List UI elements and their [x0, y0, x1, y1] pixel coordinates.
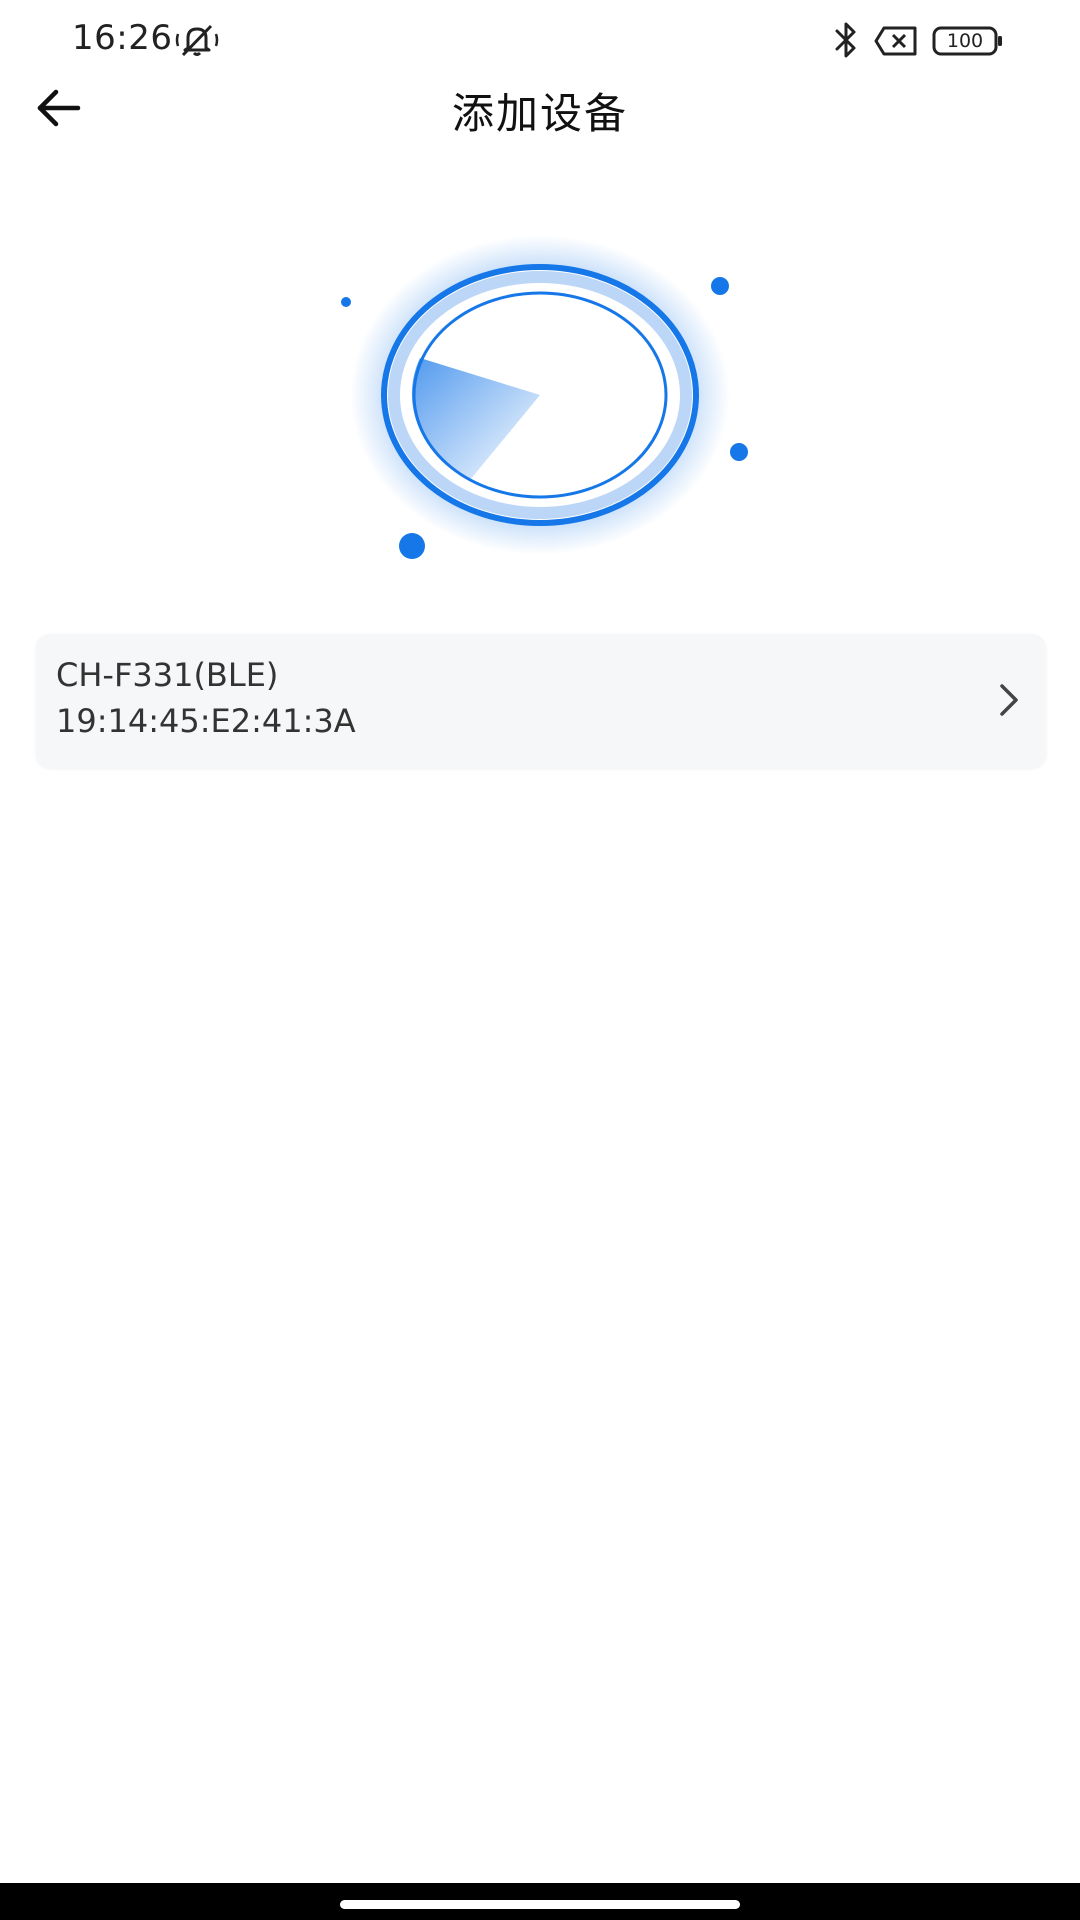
device-name: CH-F331(BLE) [56, 656, 279, 694]
status-time: 16:26 [72, 18, 173, 58]
no-sim-icon [874, 26, 917, 56]
battery-level: 100 [946, 30, 984, 52]
device-list-item[interactable]: CH-F331(BLE) 19:14:45:E2:41:3A [36, 634, 1046, 768]
navigation-bar [0, 1883, 1080, 1920]
battery-icon: 100 [932, 26, 1004, 56]
mute-icon [175, 24, 219, 57]
add-device-screen: 16:26 100 添加设备 CH-F331(BLE) 19:14:45:E2:… [0, 0, 1080, 1920]
bluetooth-scan-radar [341, 235, 748, 559]
device-address: 19:14:45:E2:41:3A [56, 702, 356, 740]
chevron-right-icon [1000, 684, 1018, 716]
status-bar: 16:26 100 [0, 0, 1080, 80]
bluetooth-icon [835, 22, 856, 58]
header: 添加设备 [0, 72, 1080, 144]
home-indicator[interactable] [340, 1900, 740, 1909]
page-title: 添加设备 [451, 89, 628, 138]
